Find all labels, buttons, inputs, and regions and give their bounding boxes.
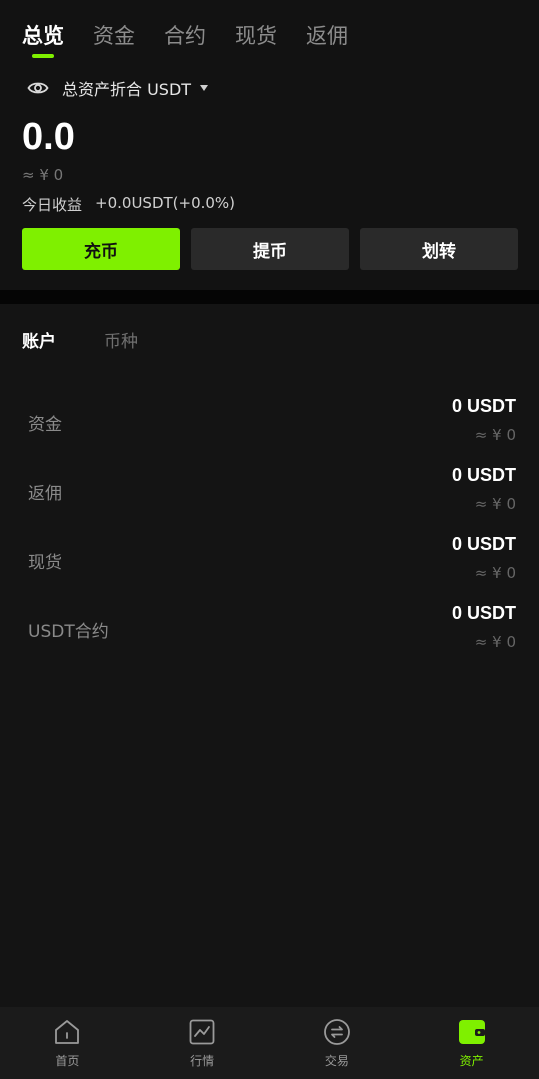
list-item[interactable]: USDT合约 0 USDT ≈ ¥ 0: [0, 603, 539, 672]
caret-down-icon[interactable]: [200, 85, 209, 91]
account-subtabs: 账户 币种: [22, 327, 186, 352]
withdraw-button[interactable]: 提币: [191, 228, 349, 270]
list-item[interactable]: 现货 0 USDT ≈ ¥ 0: [0, 534, 539, 603]
nav-home[interactable]: 首页: [0, 1007, 135, 1079]
list-item[interactable]: 返佣 0 USDT ≈ ¥ 0: [0, 465, 539, 534]
action-buttons: 充币 提币 划转: [22, 228, 529, 270]
nav-label: 资产: [459, 1054, 484, 1068]
nav-label: 行情: [190, 1054, 215, 1068]
nav-label: 交易: [324, 1054, 349, 1068]
section-divider: [0, 290, 539, 304]
total-balance: 0.0: [22, 116, 75, 158]
chart-icon: [189, 1019, 215, 1045]
tab-contracts[interactable]: 合约: [164, 22, 206, 50]
nav-trade[interactable]: 交易: [270, 1007, 405, 1079]
account-name: USDT合约: [28, 622, 109, 642]
transfer-button[interactable]: 划转: [360, 228, 518, 270]
account-name: 资金: [28, 415, 62, 435]
account-approx: ≈ ¥ 0: [474, 495, 516, 513]
today-pnl-label: 今日收益: [22, 196, 83, 214]
account-name: 返佣: [28, 484, 62, 504]
today-pnl: 今日收益 +0.0USDT(+0.0%): [22, 194, 235, 215]
total-approx-cny: ≈ ¥ 0: [22, 166, 64, 184]
wallet-icon: [458, 1020, 485, 1044]
tab-rebate[interactable]: 返佣: [306, 22, 348, 50]
deposit-button[interactable]: 充币: [22, 228, 180, 270]
tab-funds[interactable]: 资金: [93, 22, 135, 50]
bottom-nav: 首页 行情 交易 资产: [0, 1007, 539, 1079]
list-item[interactable]: 资金 0 USDT ≈ ¥ 0: [0, 396, 539, 465]
nav-market[interactable]: 行情: [135, 1007, 270, 1079]
account-approx: ≈ ¥ 0: [474, 426, 516, 444]
account-approx: ≈ ¥ 0: [474, 564, 516, 582]
account-amount: 0 USDT: [451, 603, 516, 623]
account-amount: 0 USDT: [451, 465, 516, 485]
account-amount: 0 USDT: [451, 396, 516, 416]
asset-header: 总览 资金 合约 现货 返佣 总资产折合 USDT 0.0 ≈ ¥ 0 今日收益…: [0, 0, 539, 290]
asset-tabs: 总览 资金 合约 现货 返佣: [22, 22, 377, 58]
account-name: 现货: [28, 553, 62, 573]
home-icon: [55, 1020, 80, 1044]
nav-label: 首页: [55, 1054, 80, 1068]
asset-currency-label[interactable]: 总资产折合 USDT: [62, 76, 191, 100]
today-pnl-value: +0.0USDT(+0.0%): [95, 194, 236, 212]
tab-currency[interactable]: 币种: [104, 327, 138, 352]
account-list: 资金 0 USDT ≈ ¥ 0 返佣 0 USDT ≈ ¥ 0 现货 0 USD…: [0, 396, 539, 672]
asset-currency-selector: 总资产折合 USDT: [27, 76, 209, 100]
account-amount: 0 USDT: [451, 534, 516, 554]
tab-overview[interactable]: 总览: [22, 22, 64, 58]
exchange-icon: [323, 1019, 350, 1045]
nav-assets[interactable]: 资产: [404, 1007, 539, 1079]
eye-icon[interactable]: [27, 77, 49, 99]
tab-spot[interactable]: 现货: [235, 22, 277, 50]
account-approx: ≈ ¥ 0: [474, 633, 516, 651]
tab-account[interactable]: 账户: [22, 327, 56, 352]
